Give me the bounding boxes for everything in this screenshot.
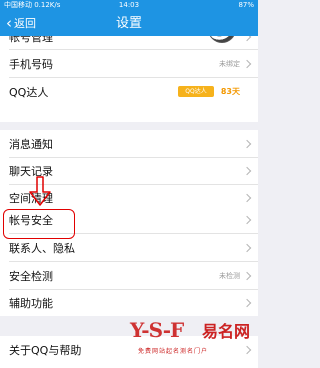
row-label: 消息通知 — [9, 137, 53, 151]
settings-row-accessibility[interactable]: 辅助功能 — [0, 289, 258, 316]
annotation-down-arrow — [29, 176, 51, 206]
row-label: 联系人、隐私 — [9, 241, 75, 255]
nav-bar: ‹ 返回 设置 — [0, 11, 258, 36]
settings-row-qq-master[interactable]: QQ达人 QQ达人 83天 — [0, 78, 258, 105]
watermark-tagline: 免费网站起名测名门户 — [138, 348, 209, 355]
chevron-right-icon — [242, 271, 252, 280]
settings-group-account: 帐号管理 手机号码 未绑定 QQ达人 QQ达人 83天 — [0, 36, 258, 122]
row-value: 未绑定 — [219, 59, 240, 68]
row-label: 关于QQ与帮助 — [9, 343, 82, 357]
qq-master-days: 83天 — [220, 87, 240, 96]
chevron-right-icon — [242, 193, 252, 202]
row-label: 辅助功能 — [9, 296, 53, 310]
settings-row-account-manage[interactable]: 帐号管理 — [0, 36, 258, 50]
status-time: 14:03 — [118, 1, 140, 9]
annotation-highlight-box — [3, 209, 75, 239]
chevron-right-icon — [242, 243, 252, 252]
watermark-logo: Y-S-F 易名网 免费网站起名测名门户 — [130, 318, 258, 368]
page-title: 设置 — [115, 16, 142, 31]
settings-row-phone-number[interactable]: 手机号码 未绑定 — [0, 50, 258, 77]
row-label: QQ达人 — [9, 85, 49, 99]
avatar — [208, 36, 236, 43]
row-value: 未检测 — [219, 271, 240, 280]
watermark-site-name: 易名网 — [202, 322, 251, 341]
watermark-logo-text: Y-S-F — [130, 318, 184, 342]
chevron-right-icon — [242, 59, 252, 68]
qq-master-badge: QQ达人 — [178, 86, 214, 97]
chevron-right-icon — [242, 36, 252, 41]
chevron-right-icon — [242, 166, 252, 175]
settings-row-notifications[interactable]: 消息通知 — [0, 130, 258, 157]
chevron-right-icon — [242, 215, 252, 224]
row-label: 安全检测 — [9, 269, 53, 283]
status-bar: 中国移动 0.12K/s 14:03 87% — [0, 0, 258, 11]
row-label: 手机号码 — [9, 57, 53, 71]
row-label: 帐号管理 — [9, 36, 53, 44]
chevron-right-icon — [242, 298, 252, 307]
settings-row-security-check[interactable]: 安全检测 未检测 — [0, 262, 258, 289]
chevron-right-icon — [242, 139, 252, 148]
status-battery: 87% — [238, 1, 254, 9]
